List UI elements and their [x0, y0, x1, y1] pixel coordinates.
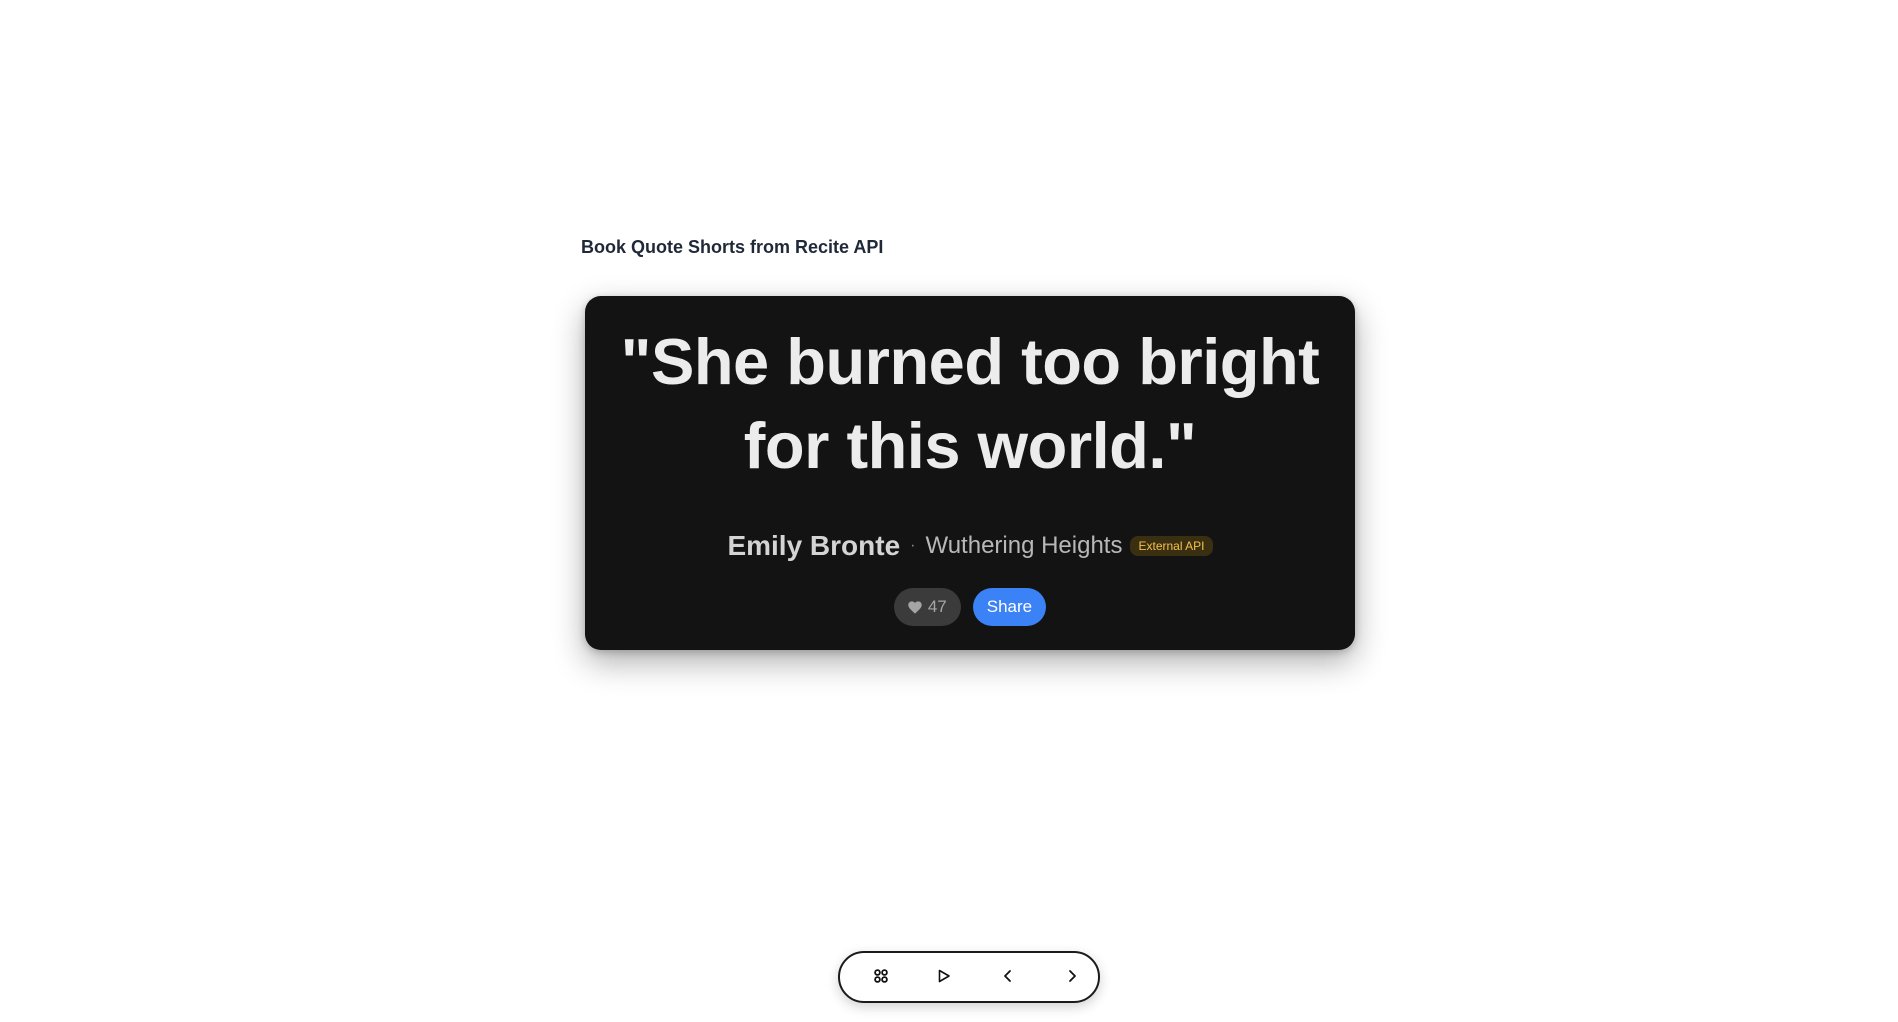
heart-icon	[908, 600, 922, 614]
play-button[interactable]	[931, 965, 957, 991]
bottom-toolbar	[838, 951, 1100, 1003]
quote-text: "She burned too bright for this world."	[620, 325, 1320, 482]
book-title: Wuthering Heights	[925, 532, 1123, 559]
like-button[interactable]: 47	[893, 588, 961, 626]
page-title: Book Quote Shorts from Recite API	[581, 237, 884, 257]
card-actions: 47 Share	[585, 588, 1355, 626]
next-button[interactable]	[1059, 965, 1085, 991]
author-name: Emily Bronte	[727, 530, 901, 561]
grid-button[interactable]	[868, 965, 894, 991]
previous-button[interactable]	[995, 965, 1021, 991]
quote-meta: Emily Bronte · Wuthering Heights Externa…	[585, 530, 1355, 562]
share-button[interactable]: Share	[972, 588, 1047, 626]
grid-icon	[874, 968, 888, 988]
quote-card: "She burned too bright for this world." …	[585, 296, 1355, 650]
source-badge: External API	[1130, 536, 1213, 556]
play-icon	[937, 969, 951, 988]
like-count: 47	[927, 597, 947, 616]
chevron-right-icon	[1065, 969, 1079, 988]
meta-separator: ·	[910, 537, 916, 554]
chevron-left-icon	[1001, 969, 1015, 988]
